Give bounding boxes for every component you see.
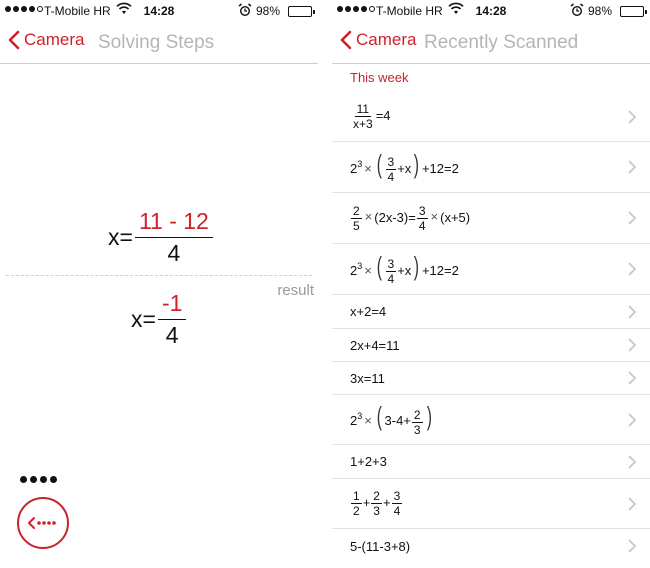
chevron-right-icon	[628, 412, 636, 427]
equation-fraction-products: 2 5 × (2x-3)= 3 4 × (x+5)	[351, 203, 471, 233]
equation-fraction-sum: 1 2 +2 3 +3 4	[351, 489, 403, 518]
equation-11-over-x-plus-3: 11 x+3 =4	[353, 102, 391, 131]
step-progress-indicator	[20, 476, 57, 483]
result-lhs: x	[131, 306, 143, 332]
result-equation: x = -1 4	[131, 290, 187, 349]
back-button[interactable]: Camera	[340, 30, 416, 50]
result-numerator: -1	[157, 290, 187, 320]
back-button[interactable]: Camera	[8, 30, 84, 50]
battery-percent: 98%	[256, 4, 281, 18]
battery-icon	[288, 6, 315, 17]
list-item[interactable]: 11 x+3 =4	[332, 92, 650, 142]
equation-x-plus-2: x+2=4	[350, 304, 387, 319]
step-equals: =	[119, 224, 133, 250]
result-equals: =	[142, 306, 156, 332]
chevron-right-icon	[628, 371, 636, 385]
chevron-right-icon	[628, 539, 636, 553]
step-lhs: x	[108, 224, 120, 250]
chevron-right-icon	[628, 304, 636, 319]
battery-icon	[620, 6, 647, 17]
page-title: Solving Steps	[98, 32, 215, 53]
alarm-clock-icon	[570, 3, 584, 20]
result-label: result	[277, 282, 314, 299]
step-equation: x = 11 - 12 4	[108, 208, 213, 267]
result-fraction: -1 4	[157, 290, 187, 349]
previous-step-button[interactable]	[17, 497, 69, 549]
chevron-right-icon	[628, 160, 636, 174]
screen-gutter	[318, 0, 332, 568]
back-button-label: Camera	[24, 30, 85, 49]
list-item[interactable]: 23 ×(3 4 +x) +12=2	[332, 244, 650, 295]
step-fraction: 11 - 12 4	[134, 208, 213, 267]
scanned-equations-list: 11 x+3 =4 23 ×(3 4 +x) +12=2 2 5 × (2x-3)= 3 4 × (x+5…	[332, 92, 650, 563]
chevron-left-icon	[340, 30, 352, 50]
list-item[interactable]: 23 ×(3 4 +x) +12=2	[332, 142, 650, 193]
back-button-label: Camera	[356, 30, 417, 49]
back-arrow-dots-icon	[28, 517, 56, 529]
status-bar: T-Mobile HR 14:28 98%	[0, 0, 318, 22]
result-denominator: 4	[165, 322, 179, 348]
solving-steps-screen: T-Mobile HR 14:28 98% Camera Solving Ste…	[0, 0, 318, 568]
list-item[interactable]: 2 5 × (2x-3)= 3 4 × (x+5)	[332, 193, 650, 244]
list-item[interactable]: 1 2 +2 3 +3 4	[332, 479, 650, 529]
page-title: Recently Scanned	[424, 32, 579, 53]
equation-power-expression: 23 ×(3 4 +x) +12=2	[350, 148, 459, 185]
battery-percent: 98%	[588, 4, 613, 18]
list-item[interactable]: 3x=11	[332, 362, 650, 395]
equation-power-expression-repeat: 23 ×(3 4 +x) +12=2	[350, 250, 459, 287]
list-item[interactable]: 2x+4=11	[332, 329, 650, 362]
navigation-bar: Camera Recently Scanned	[332, 22, 650, 64]
step-denominator: 4	[167, 240, 181, 266]
list-item[interactable]: x+2=4	[332, 295, 650, 329]
alarm-clock-icon	[238, 3, 252, 20]
chevron-right-icon	[628, 496, 636, 511]
chevron-right-icon	[628, 262, 636, 276]
list-item[interactable]: 5-(11-3+8)	[332, 529, 650, 563]
chevron-right-icon	[628, 454, 636, 469]
step-numerator: 11 - 12	[134, 208, 213, 238]
equation-power-parenthesis: 23 ×(3-4+ 2 3)	[350, 401, 432, 437]
list-item[interactable]: 1+2+3	[332, 445, 650, 479]
equation-1-plus-2-plus-3: 1+2+3	[350, 454, 387, 469]
status-bar: T-Mobile HR 14:28 98%	[332, 0, 650, 22]
equation-5-minus-parenthesis: 5-(11-3+8)	[350, 538, 411, 554]
list-item[interactable]: 23 ×(3-4+ 2 3)	[332, 395, 650, 445]
section-header-this-week: This week	[350, 70, 409, 85]
chevron-right-icon	[628, 211, 636, 225]
chevron-left-icon	[8, 30, 20, 50]
navigation-bar: Camera Solving Steps	[0, 22, 318, 64]
chevron-right-icon	[628, 109, 636, 124]
equation-3x: 3x=11	[350, 370, 385, 386]
recently-scanned-screen: T-Mobile HR 14:28 98% Camera Recently Sc…	[332, 0, 650, 568]
equation-2x-plus-4: 2x+4=11	[350, 337, 400, 353]
chevron-right-icon	[628, 338, 636, 352]
result-divider	[6, 275, 312, 276]
